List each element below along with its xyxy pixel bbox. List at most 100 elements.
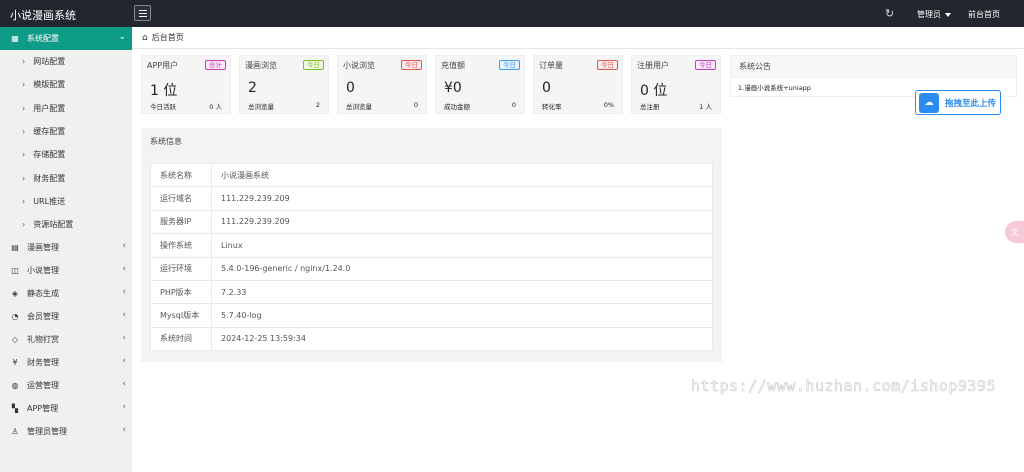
refresh-icon[interactable]: ↻ [885, 7, 894, 20]
info-value: 小说漫画系统 [211, 162, 713, 188]
system-info-panel: 系统信息 系统名称 小说漫画系统 运行域名 111.229.239.209 服务器I… [141, 128, 722, 362]
stat-title: 小说浏览 [343, 61, 375, 70]
sidebar-group-label: 静态生成 [27, 289, 59, 299]
sidebar-item-label: 模版配置 [33, 80, 66, 90]
stat-value: 0 位 [640, 83, 668, 99]
sidebar-item-storage-config[interactable]: › 存储配置 [0, 143, 132, 166]
stat-badge: 今日 [303, 60, 324, 70]
stat-badge: 今日 [499, 60, 520, 70]
sidebar-item-template-config[interactable]: › 模版配置 [0, 73, 132, 96]
info-value: 5.7.40-log [211, 303, 713, 328]
main-content: APP用户 合计 1 位 今日活跃 0 人 漫画浏览 今日 2 总浏览量 2 小… [132, 49, 1024, 472]
chevron-left-icon: ‹ [122, 402, 126, 413]
system-info-title: 系统信息 [150, 137, 182, 146]
stat-badge: 合计 [205, 60, 226, 70]
sidebar-item-resource-config[interactable]: › 资源站配置 [0, 213, 132, 236]
sidebar-group-member[interactable]: ◔ 会员管理 ‹ [0, 305, 132, 328]
translate-float-button[interactable]: 文 [1005, 221, 1024, 243]
stat-card-comic-views: 漫画浏览 今日 2 总浏览量 2 [239, 55, 329, 114]
table-row: PHP版本 7.2.33 [150, 279, 713, 305]
stat-badge: 今日 [401, 60, 422, 70]
sidebar-item-label: 资源站配置 [33, 220, 74, 230]
stat-foot-label: 转化率 [542, 103, 562, 111]
drag-upload-widget[interactable]: ☁ 拖拽至此上传 [915, 90, 1001, 115]
chevron-right-icon: › [22, 150, 26, 160]
sidebar-group-label: 管理员管理 [27, 427, 67, 437]
stat-title: 漫画浏览 [245, 61, 277, 70]
sidebar-group-finance[interactable]: ¥ 财务管理 ‹ [0, 351, 132, 374]
sidebar-group-label: 礼物打赏 [27, 335, 59, 345]
info-value: 111.229.239.209 [211, 186, 713, 211]
sidebar-item-site-config[interactable]: › 网站配置 [0, 50, 132, 73]
stat-foot-value: 2 [315, 101, 320, 109]
sidebar-item-url-push[interactable]: › URL推送 [0, 190, 132, 213]
chevron-left-icon: ‹ [122, 356, 126, 367]
sidebar-item-finance-config[interactable]: › 财务配置 [0, 166, 132, 189]
layers-icon: ◈ [11, 289, 19, 299]
stat-title: 订单量 [539, 61, 563, 70]
stat-badge: 今日 [695, 60, 716, 70]
stat-value: 2 [248, 80, 257, 96]
info-key: 运行域名 [150, 186, 212, 211]
stat-card-orders: 订单量 今日 0 转化率 0% [533, 55, 623, 114]
stat-card-novel-views: 小说浏览 今日 0 总浏览量 0 [337, 55, 427, 114]
diamond-icon: ◇ [11, 335, 19, 345]
windows-icon: ▚ [11, 404, 19, 414]
sidebar-group-gift[interactable]: ◇ 礼物打赏 ‹ [0, 328, 132, 351]
chevron-left-icon: ‹ [122, 287, 126, 298]
stat-value: ¥0 [444, 80, 462, 96]
notice-title: 系统公告 [731, 56, 1016, 78]
system-info-table: 系统名称 小说漫画系统 运行域名 111.229.239.209 服务器IP 111.… [150, 162, 713, 352]
hamburger-icon [138, 9, 147, 18]
chevron-left-icon: ‹ [122, 379, 126, 390]
info-key: Mysql版本 [150, 303, 212, 328]
book-icon: ▤ [11, 243, 19, 253]
watermark: https://www.huzhan.com/ishop9395 [691, 377, 996, 396]
admin-label: 管理员 [917, 10, 941, 19]
sidebar-group-label: 运营管理 [27, 381, 59, 391]
yen-icon: ¥ [12, 358, 18, 368]
stat-title: 充值额 [441, 61, 465, 70]
stat-card-app-users: APP用户 合计 1 位 今日活跃 0 人 [141, 55, 231, 114]
sidebar-group-label: 漫画管理 [27, 243, 59, 253]
chevron-right-icon: › [22, 103, 26, 113]
settings-icon: ▦ [11, 34, 19, 43]
chevron-left-icon: ‹ [122, 264, 126, 275]
sidebar-group-system-config[interactable]: ▦ 系统配置 ⌄ [0, 27, 132, 50]
chevron-left-icon: ‹ [122, 333, 126, 344]
table-row: 系统时间 2024-12-25 13:59:34 [150, 326, 713, 352]
stat-value: 0 [542, 80, 551, 96]
stat-title: 注册用户 [637, 61, 669, 70]
user-icon: ◔ [11, 312, 19, 322]
sidebar-group-admin[interactable]: ♙ 管理员管理 ‹ [0, 420, 132, 443]
chevron-left-icon: ‹ [122, 425, 126, 436]
sidebar-item-label: 财务配置 [33, 173, 66, 183]
stat-title: APP用户 [147, 61, 179, 70]
admin-icon: ♙ [11, 427, 19, 437]
stat-value: 1 位 [150, 83, 178, 99]
sidebar-item-label: 缓存配置 [33, 127, 66, 137]
menu-toggle-button[interactable] [134, 5, 151, 21]
sidebar-group-label: 小说管理 [27, 266, 59, 276]
info-key: 服务器IP [150, 209, 212, 235]
upload-label: 拖拽至此上传 [945, 98, 997, 109]
sidebar-group-comic[interactable]: ▤ 漫画管理 ‹ [0, 236, 132, 259]
sidebar-group-operation[interactable]: ◍ 运营管理 ‹ [0, 374, 132, 397]
stat-badge: 今日 [597, 60, 618, 70]
stat-foot-label: 成功金额 [444, 103, 470, 111]
sidebar-group-label: 系统配置 [27, 34, 59, 43]
table-row: 系统名称 小说漫画系统 [150, 162, 713, 188]
chevron-right-icon: › [22, 220, 26, 230]
front-home-link[interactable]: 前台首页 [968, 9, 1000, 20]
sidebar-item-user-config[interactable]: › 用户配置 [0, 97, 132, 120]
cloud-upload-icon: ☁ [919, 92, 939, 113]
info-value: 2024-12-25 13:59:34 [211, 326, 713, 352]
sidebar-item-cache-config[interactable]: › 缓存配置 [0, 120, 132, 143]
breadcrumb-label[interactable]: 后台首页 [152, 32, 184, 43]
sidebar-group-novel[interactable]: ◫ 小说管理 ‹ [0, 259, 132, 282]
sidebar-group-app[interactable]: ▚ APP管理 ‹ [0, 397, 132, 420]
stat-foot-value: 0% [603, 101, 614, 109]
admin-dropdown[interactable]: 管理员 [917, 9, 951, 20]
sidebar-group-static[interactable]: ◈ 静态生成 ‹ [0, 282, 132, 305]
stat-foot-label: 今日活跃 [150, 103, 176, 111]
